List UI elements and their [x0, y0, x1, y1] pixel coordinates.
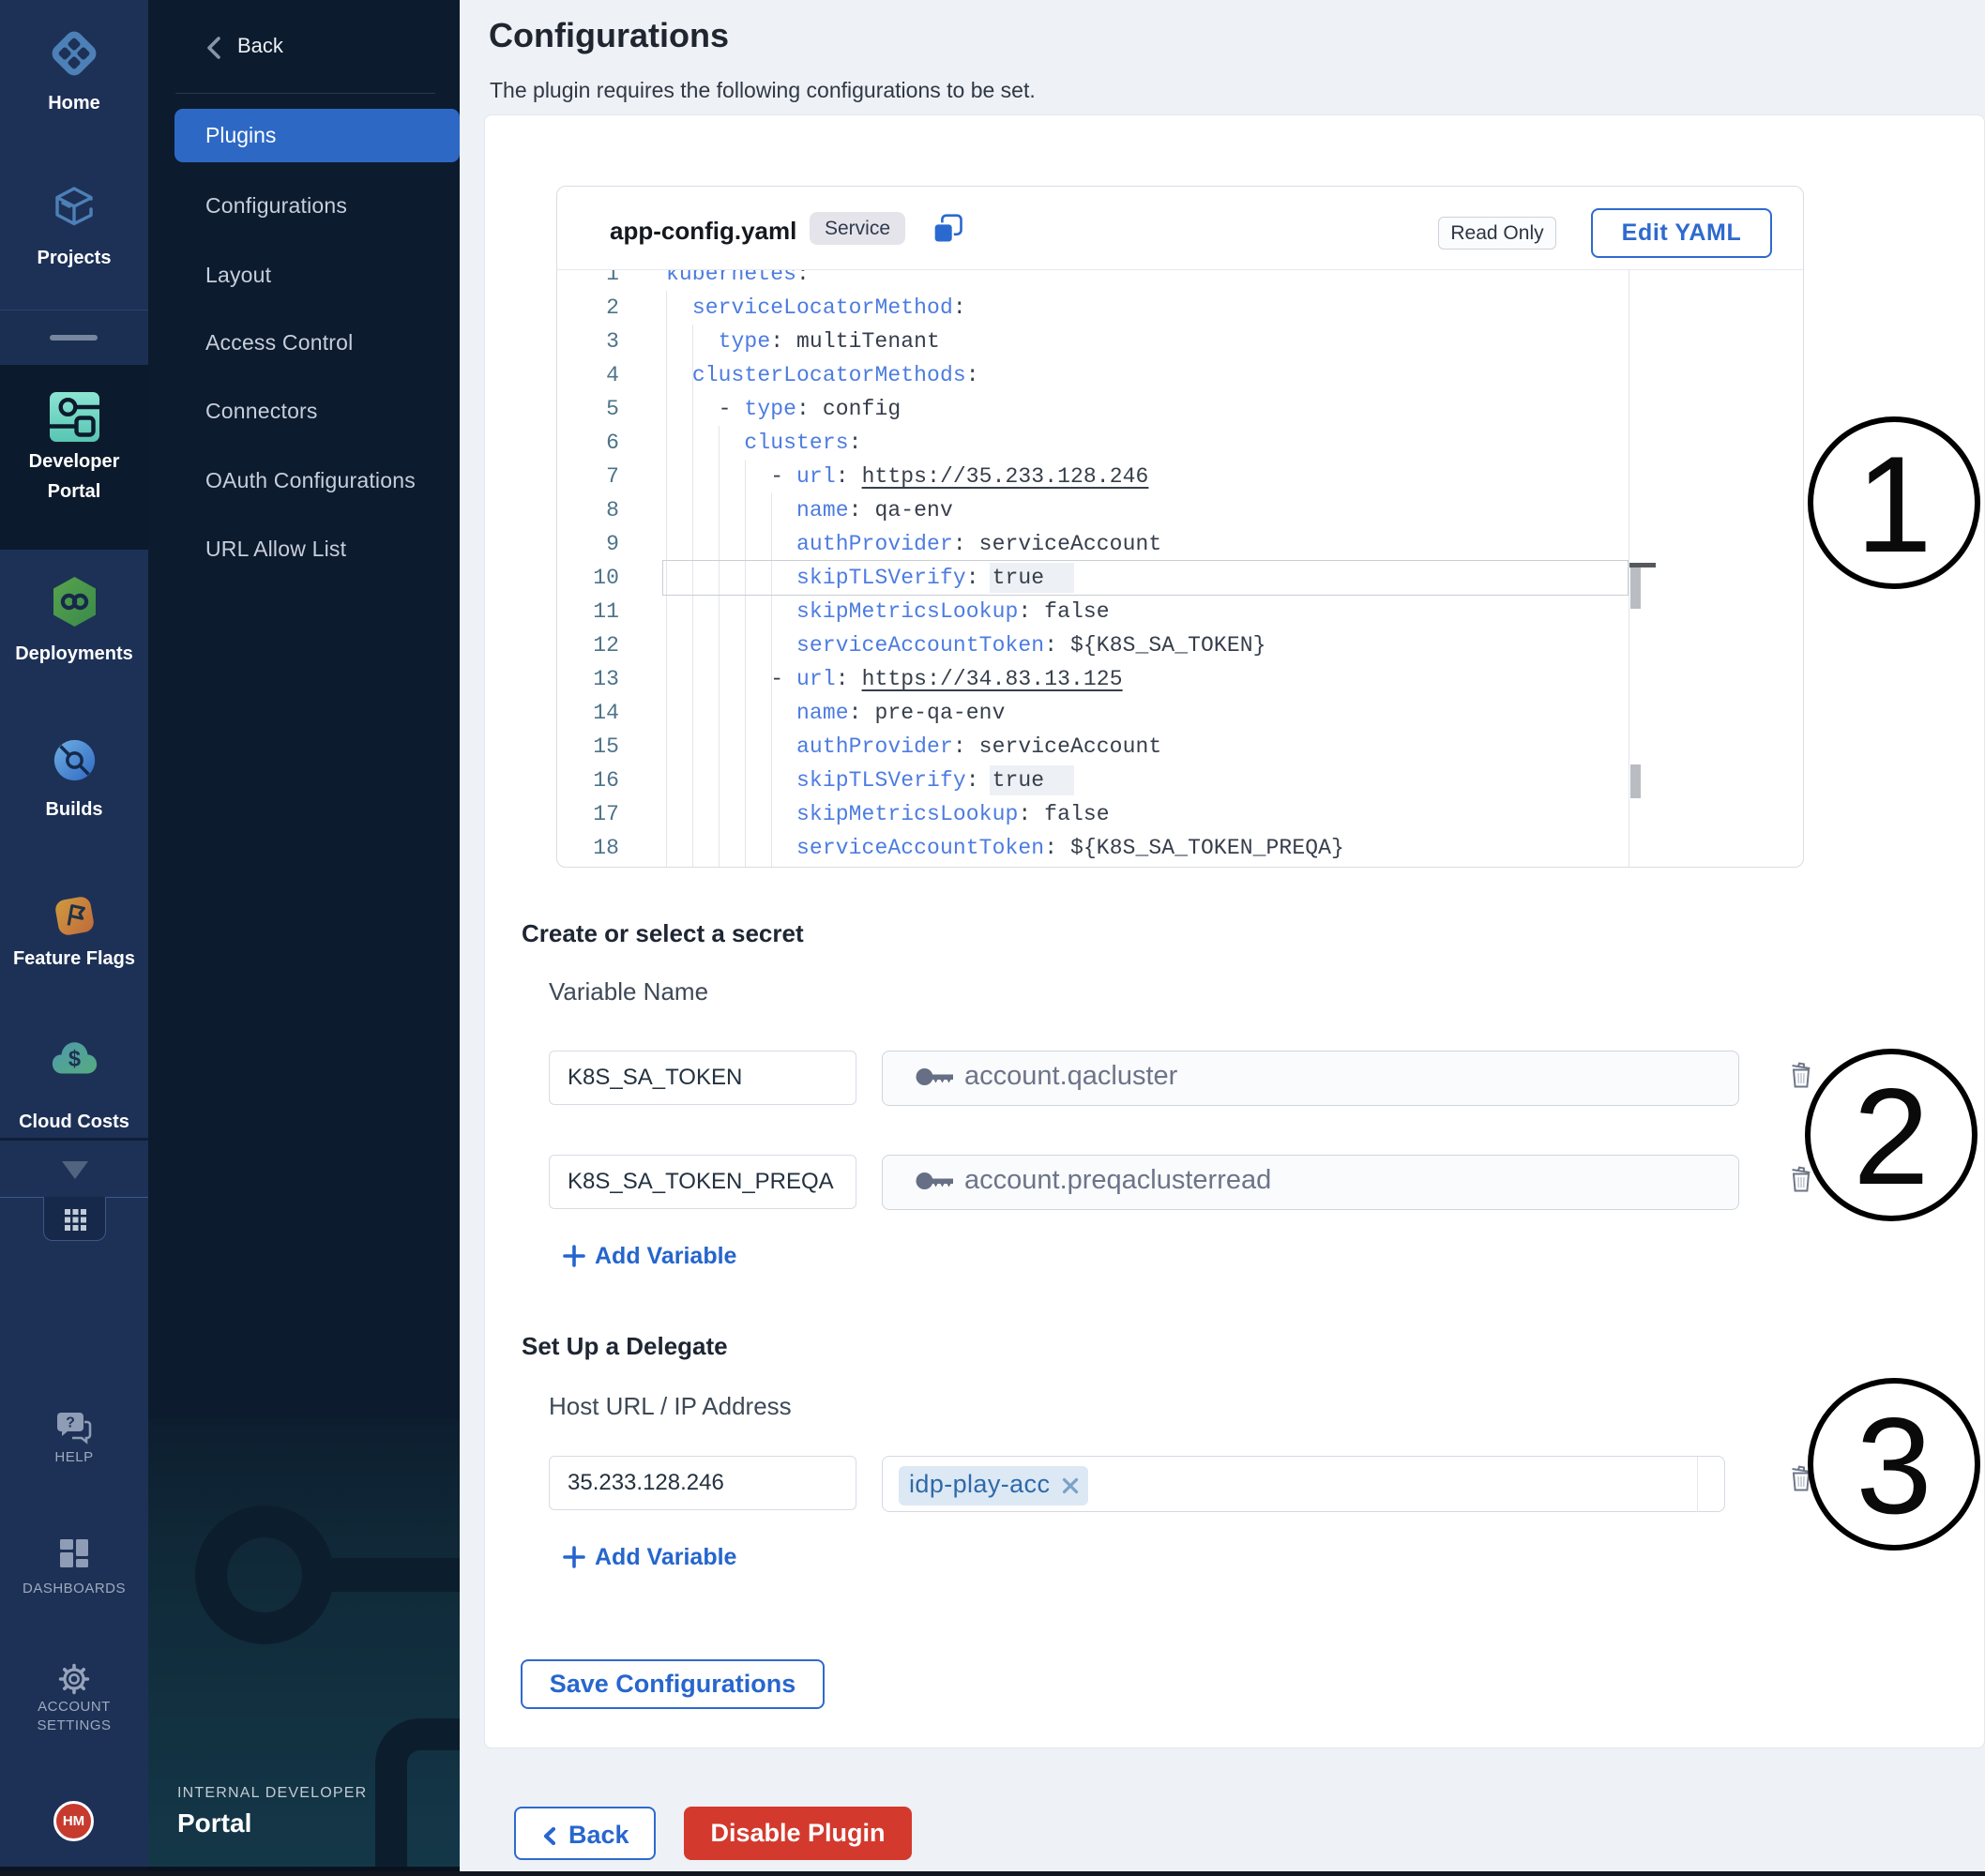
svg-text:?: ? [66, 1415, 75, 1431]
svg-text:$: $ [68, 1048, 80, 1072]
